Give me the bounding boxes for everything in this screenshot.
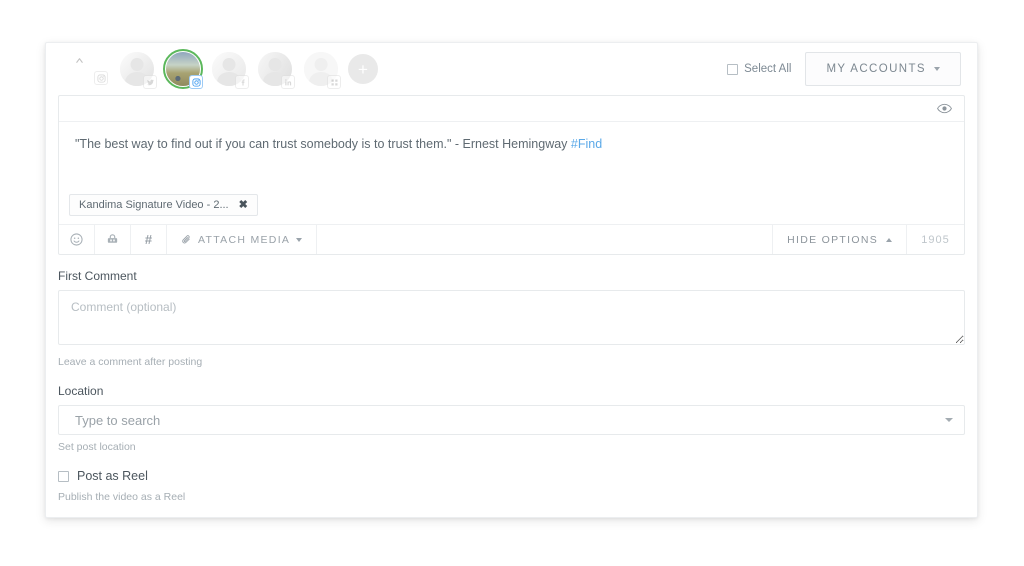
account-avatar-instagram[interactable] [160,47,206,91]
first-comment-helper: Leave a comment after posting [58,356,203,368]
paperclip-icon [181,234,192,245]
chevron-down-icon [934,67,940,71]
my-accounts-label: MY ACCOUNTS [826,63,926,75]
composer-toolbar-left: # ATTACH MEDIA [59,225,318,254]
grid-icon [327,75,341,89]
link-shortener-icon[interactable] [95,225,131,254]
post-as-reel-label: Post as Reel [77,469,148,483]
first-comment-label: First Comment [58,269,137,283]
emoji-smiley-icon[interactable] [59,225,95,254]
account-selector-bar: + Select All MY ACCOUNTS [46,43,977,95]
post-options: First Comment Leave a comment after post… [46,255,977,503]
caret-down-icon [296,237,303,242]
media-chip-label: Kandima Signature Video - 2... [79,199,229,211]
select-all-checkbox[interactable]: Select All [727,63,791,75]
location-label: Location [58,384,104,398]
location-helper: Set post location [58,441,136,453]
hashtag-icon[interactable]: # [131,225,167,254]
location-section: Location Set post location [58,384,965,453]
instagram-icon [189,75,203,89]
composer-header [59,96,964,122]
location-field-wrap [58,405,965,435]
composer-toolbar-right: HIDE OPTIONS 1905 [772,225,964,254]
hide-options-button[interactable]: HIDE OPTIONS [772,225,906,254]
location-search-input[interactable] [58,405,965,435]
post-as-reel-checkbox[interactable]: Post as Reel [58,469,965,483]
attach-media-button[interactable]: ATTACH MEDIA [167,225,318,254]
screenshot-root: + Select All MY ACCOUNTS "The best way t… [0,0,1024,566]
post-as-reel-helper: Publish the video as a Reel [58,491,186,503]
close-icon[interactable]: ✖ [239,199,248,211]
checkbox-box [727,63,739,75]
attach-media-label: ATTACH MEDIA [198,233,291,246]
media-chip[interactable]: Kandima Signature Video - 2... ✖ [69,194,258,216]
post-as-reel-section: Post as Reel Publish the video as a Reel [58,469,965,503]
instagram-icon [94,71,108,85]
composer-card: + Select All MY ACCOUNTS "The best way t… [45,42,978,518]
account-bar-actions: Select All MY ACCOUNTS [727,52,961,86]
account-avatar-partial[interactable] [88,47,114,91]
account-avatar-twitter[interactable] [114,47,160,91]
post-composer: "The best way to find out if you can tru… [58,95,965,255]
post-text: "The best way to find out if you can tru… [75,137,571,151]
account-avatar-facebook[interactable] [206,47,252,91]
account-avatar-linkedin[interactable] [252,47,298,91]
first-comment-section: First Comment Leave a comment after post… [58,269,965,368]
twitter-icon [143,75,157,89]
chevron-left-icon[interactable] [70,52,88,86]
hide-options-label: HIDE OPTIONS [787,233,878,246]
eye-icon[interactable] [937,103,952,114]
checkbox-box [58,470,69,482]
character-counter: 1905 [906,225,964,254]
my-accounts-button[interactable]: MY ACCOUNTS [805,52,961,86]
facebook-icon [235,75,249,89]
caret-up-icon [886,237,892,242]
select-all-label: Select All [744,63,792,75]
composer-toolbar: # ATTACH MEDIA HIDE OPTIONS 1905 [59,224,964,254]
post-text-editor[interactable]: "The best way to find out if you can tru… [59,122,964,194]
hashtag-link[interactable]: #Find [571,137,602,151]
linkedin-icon [281,75,295,89]
plus-circle-icon[interactable]: + [348,54,378,84]
first-comment-input[interactable] [58,290,965,345]
account-avatar-strip: + [62,47,378,91]
attached-media-list: Kandima Signature Video - 2... ✖ [59,194,964,224]
account-avatar-other[interactable] [298,47,344,91]
